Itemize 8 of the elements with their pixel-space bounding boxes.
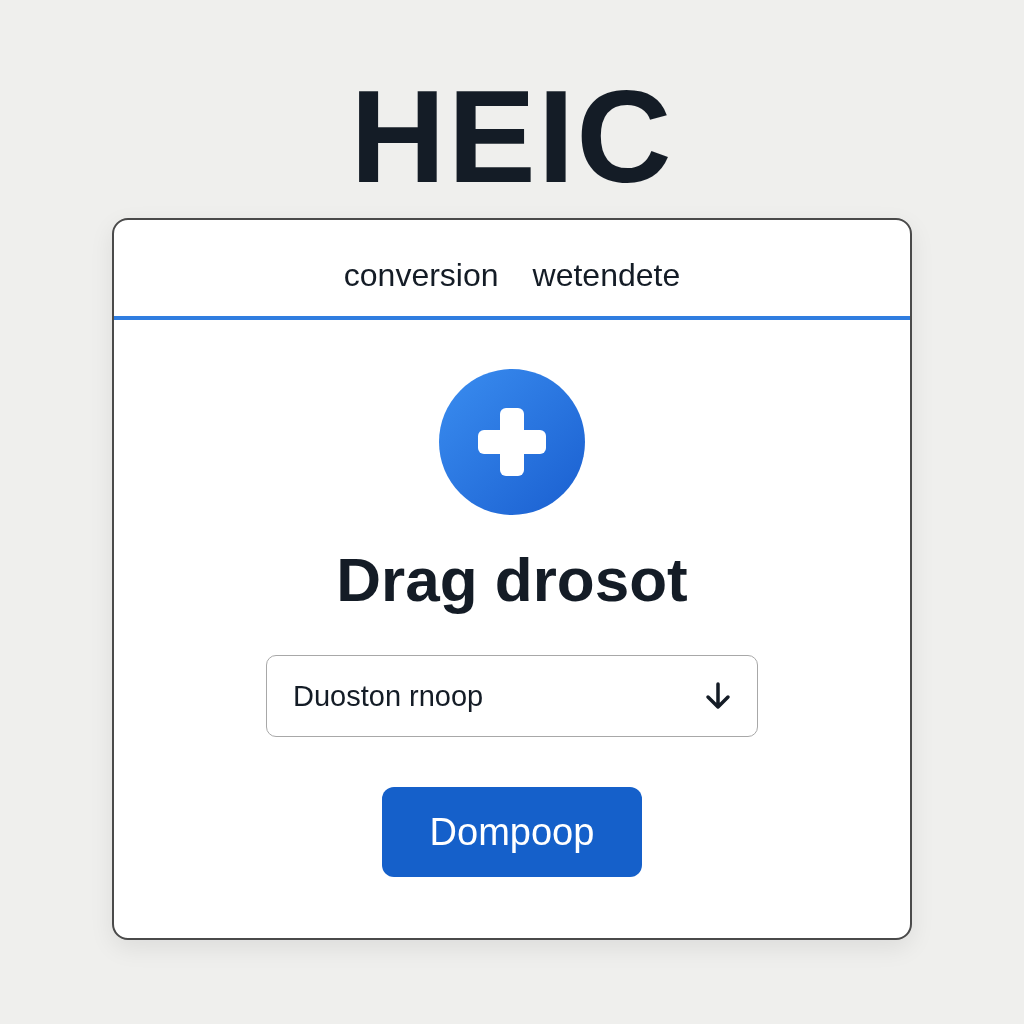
format-dropdown[interactable]: Duoston rnoop [266, 655, 758, 737]
plus-icon[interactable] [438, 368, 586, 516]
header-text: conversion [343, 256, 499, 294]
convert-button[interactable]: Dompoop [382, 787, 642, 877]
drop-heading: Drag drosot [336, 544, 688, 615]
app-title: HEIC [350, 72, 674, 202]
arrow-down-icon [705, 682, 731, 710]
header-text: wetendete [532, 256, 681, 294]
